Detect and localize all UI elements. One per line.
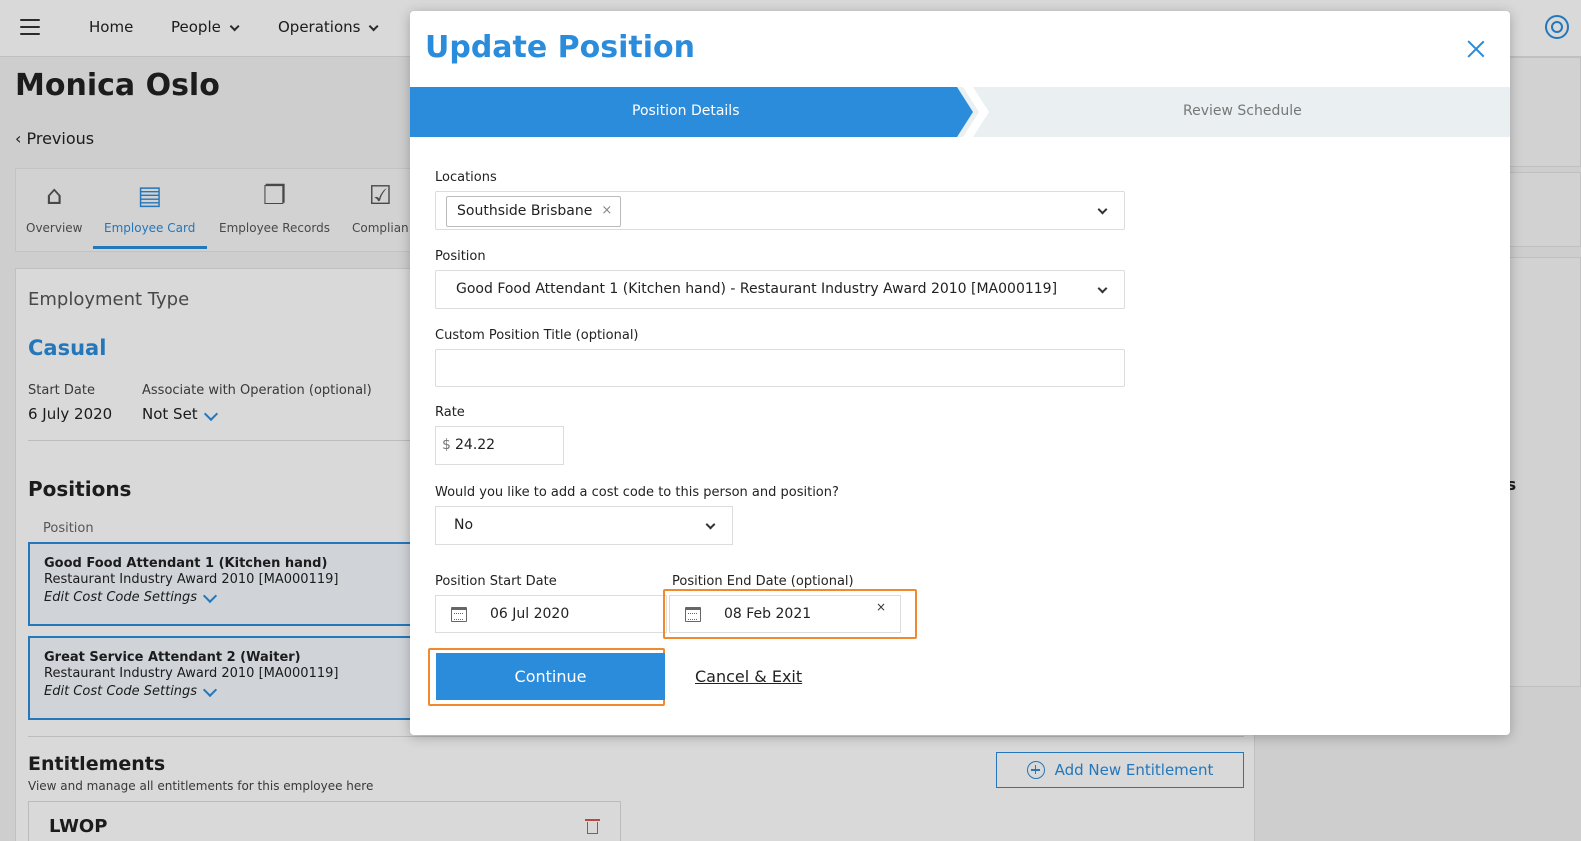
currency-prefix: $	[442, 437, 451, 453]
update-position-modal: Update Position Position Details Review …	[410, 11, 1510, 735]
continue-button[interactable]: Continue	[436, 653, 665, 700]
locations-label: Locations	[435, 170, 497, 185]
rate-label: Rate	[435, 405, 465, 420]
position-select-value: Good Food Attendant 1 (Kitchen hand) - R…	[456, 281, 1058, 297]
chevron-down-icon	[1097, 204, 1108, 215]
chevron-down-icon	[705, 519, 716, 530]
location-chip: Southside Brisbane ×	[446, 196, 622, 227]
wizard-steps: Position Details Review Schedule	[410, 87, 1510, 137]
modal-title: Update Position	[425, 30, 696, 65]
end-date-field-label: Position End Date (optional)	[672, 574, 854, 589]
step-position-details-label: Position Details	[632, 103, 740, 119]
close-icon[interactable]	[1466, 39, 1486, 59]
rate-value: 24.22	[455, 437, 496, 453]
position-label: Position	[435, 249, 486, 264]
start-date-field-label: Position Start Date	[435, 574, 557, 589]
cost-code-value: No	[454, 517, 474, 533]
position-select[interactable]: Good Food Attendant 1 (Kitchen hand) - R…	[435, 270, 1125, 309]
end-date-highlight	[663, 589, 917, 639]
start-date-input-value: 06 Jul 2020	[490, 606, 570, 622]
custom-title-input[interactable]	[435, 349, 1125, 387]
start-date-input[interactable]: 06 Jul 2020	[435, 595, 667, 633]
calendar-icon	[451, 607, 467, 622]
cost-code-select[interactable]: No	[435, 506, 733, 545]
chevron-down-icon	[1097, 283, 1108, 294]
custom-title-label: Custom Position Title (optional)	[435, 328, 639, 343]
cost-code-label: Would you like to add a cost code to thi…	[435, 485, 839, 500]
remove-chip-icon[interactable]: ×	[601, 196, 612, 225]
locations-select[interactable]: Southside Brisbane ×	[435, 191, 1125, 230]
rate-input[interactable]: $ 24.22	[435, 426, 564, 465]
cancel-exit-link[interactable]: Cancel & Exit	[695, 667, 802, 686]
step-review-schedule-label[interactable]: Review Schedule	[1183, 103, 1302, 119]
location-chip-label: Southside Brisbane	[457, 203, 593, 219]
